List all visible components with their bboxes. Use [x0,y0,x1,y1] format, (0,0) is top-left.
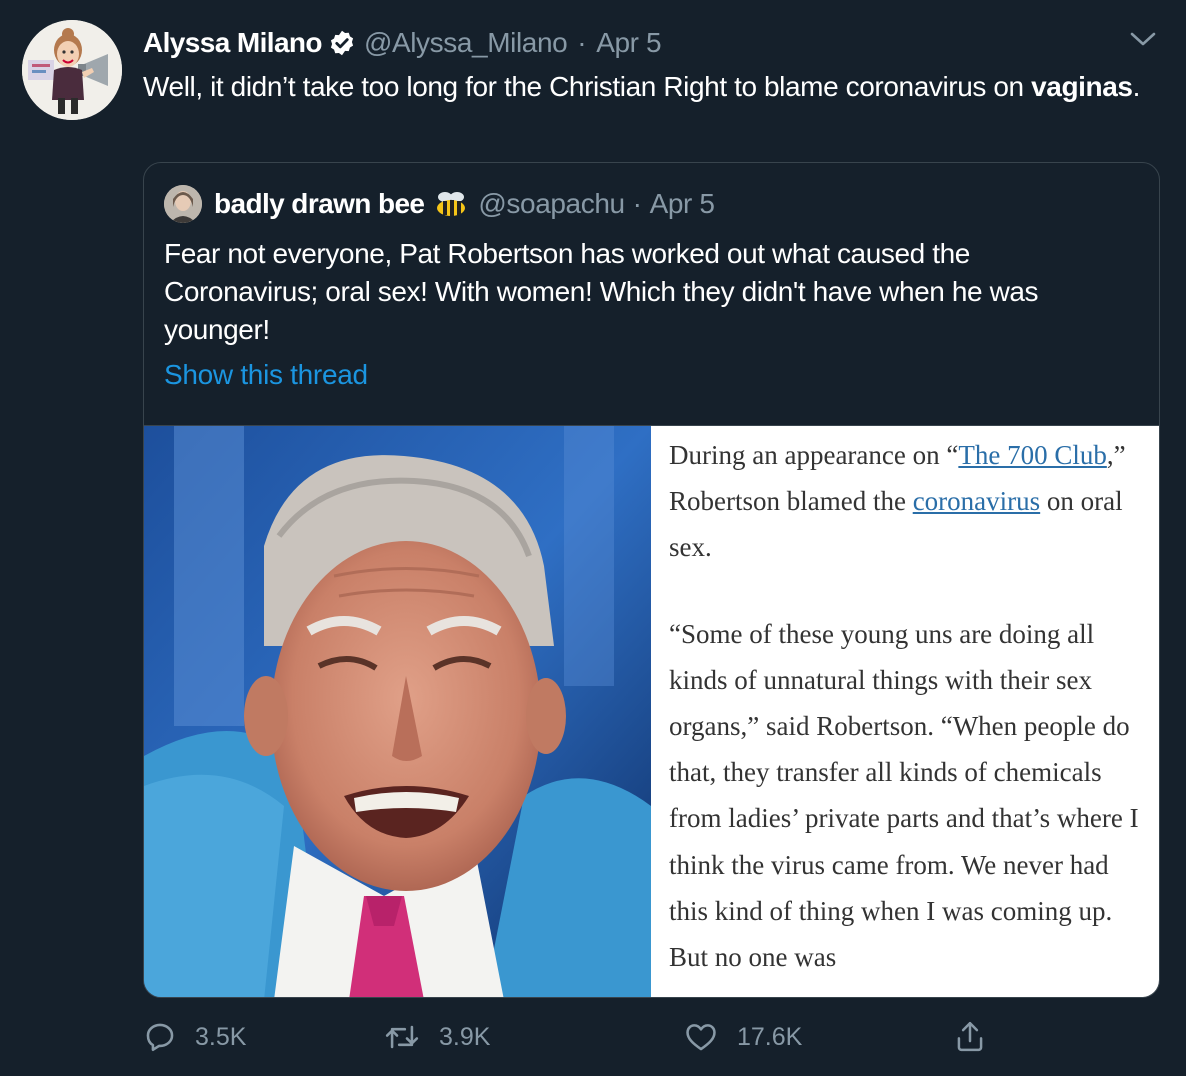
article-paragraph-2: “Some of these young uns are doing all k… [669,618,1139,973]
author-name[interactable]: Alyssa Milano [143,27,323,59]
tweet: Alyssa Milano @Alyssa_Milano · Apr 5 Wel… [0,0,1186,1076]
tweet-text-end: . [1132,71,1141,102]
reply-icon [146,1023,174,1052]
tweet-header: Alyssa Milano @Alyssa_Milano · Apr 5 [143,26,662,60]
show-thread-link[interactable]: Show this thread [164,359,368,391]
quoted-date[interactable]: Apr 5 [650,188,715,220]
verified-badge-icon [328,29,356,57]
article-excerpt: During an appearance on “The 700 Club,” … [651,426,1159,997]
quoted-author-handle[interactable]: @soapachu [478,188,625,220]
article-link-coronavirus: coronavirus [912,486,1041,517]
photo-pat-robertson[interactable] [144,426,651,997]
quoted-separator-dot: · [632,188,642,219]
share-button[interactable] [953,1016,1005,1058]
like-button[interactable]: 17.6K [683,1016,802,1058]
tweet-text-bold: vaginas [1031,71,1133,102]
separator-dot: · [577,27,587,58]
article-p1-a: During an appearance on “ [669,440,959,470]
quoted-author-name[interactable]: badly drawn bee [214,188,425,220]
tweet-text: Well, it didn’t take too long for the Ch… [143,68,1143,106]
article-paragraph-1: During an appearance on “The 700 Club,” … [669,432,1151,571]
quoted-tweet-header: badly drawn bee @soapachu · Apr 5 [164,185,715,223]
retweet-button[interactable]: 3.9K [383,1016,490,1058]
tweet-date[interactable]: Apr 5 [596,27,661,59]
tweet-text-main: Well, it didn’t take too long for the Ch… [143,71,1032,102]
article-link-700-club: The 700 Club [958,440,1107,470]
avatar[interactable] [22,20,122,120]
reply-count: 3.5K [195,1022,247,1051]
like-count: 17.6K [737,1022,803,1051]
quoted-avatar [164,185,202,223]
author-handle[interactable]: @Alyssa_Milano [364,27,568,59]
quoted-tweet-text: Fear not everyone, Pat Robertson has wor… [164,238,1039,345]
reply-button[interactable]: 3.5K [143,1016,246,1058]
retweet-icon [385,1025,419,1049]
retweet-count: 3.9K [439,1022,491,1051]
heart-icon [686,1024,716,1051]
quoted-media[interactable]: During an appearance on “The 700 Club,” … [144,425,1159,997]
quoted-tweet[interactable]: badly drawn bee @soapachu · Apr 5 Fear n… [143,162,1160,998]
bee-icon [434,189,468,219]
share-icon [957,1021,983,1052]
action-bar: 3.5K 3.9K 17.6K [143,1016,1003,1058]
chevron-down-icon[interactable] [1128,28,1158,50]
